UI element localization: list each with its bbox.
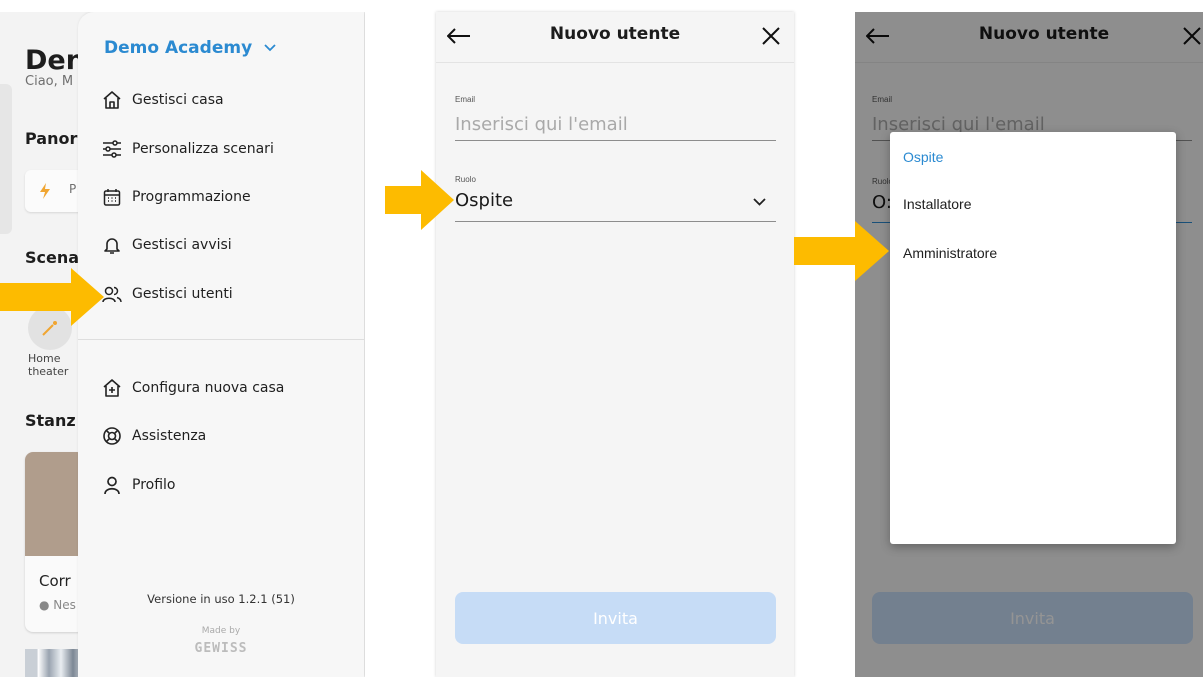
- scene-label: Home theater: [28, 352, 69, 378]
- rail: [0, 84, 12, 234]
- add-home-icon: [103, 379, 121, 397]
- calendar-icon: [103, 189, 121, 206]
- drawer-item-label: Personalizza scenari: [132, 141, 274, 157]
- chevron-down-icon: [753, 198, 766, 206]
- chevron-down-icon: [264, 44, 276, 52]
- drawer-item-label: Gestisci casa: [132, 92, 224, 108]
- lifebuoy-icon: [103, 427, 121, 445]
- drawer-item-label: Gestisci avvisi: [132, 237, 232, 253]
- close-icon: [762, 27, 780, 45]
- drawer-item-personalizza-scenari[interactable]: Personalizza scenari: [102, 137, 274, 161]
- drawer-item-profilo[interactable]: Profilo: [102, 473, 175, 497]
- user-icon: [104, 476, 120, 495]
- drawer-divider: [78, 339, 364, 340]
- drawer-item-label: Programmazione: [132, 189, 251, 205]
- drawer-item-assistenza[interactable]: Assistenza: [102, 424, 206, 448]
- overview-heading: Panor: [25, 129, 78, 148]
- email-label: Email: [455, 95, 476, 104]
- made-by-label: Made by: [201, 626, 241, 636]
- new-user-screen: Nuovo utente Email Inserisci qui l'email…: [436, 12, 794, 677]
- role-option-ospite[interactable]: Ospite: [903, 149, 943, 165]
- email-underline: [455, 140, 776, 141]
- drawer-item-label: Configura nuova casa: [132, 380, 285, 396]
- drawer-item-gestisci-avvisi[interactable]: Gestisci avvisi: [102, 233, 232, 257]
- email-field[interactable]: Inserisci qui l'email: [455, 114, 628, 135]
- sliders-icon: [103, 140, 121, 158]
- page-title: Nuovo utente: [549, 24, 681, 44]
- navigation-drawer: Demo Academy Gestisci casa Personalizza …: [78, 12, 364, 677]
- role-value: Ospite: [455, 190, 514, 211]
- home-icon: [103, 91, 121, 109]
- drawer-item-label: Profilo: [132, 477, 176, 493]
- role-underline: [455, 221, 776, 222]
- drawer-item-programmazione[interactable]: Programmazione: [102, 185, 251, 209]
- room-status: ● Nes: [39, 598, 76, 612]
- role-select[interactable]: Ospite: [455, 190, 776, 220]
- arrow-right-icon: [794, 221, 889, 281]
- room-name: Corr: [39, 572, 71, 590]
- home-title: Den: [25, 45, 85, 76]
- bell-icon: [104, 238, 120, 254]
- room-photo: [25, 452, 85, 556]
- home-greeting: Ciao, M: [25, 74, 74, 89]
- brand-logo: GEWISS: [194, 641, 248, 656]
- bolt-icon: [40, 183, 50, 199]
- home-name: Demo Academy: [104, 38, 253, 58]
- invite-button[interactable]: Invita: [455, 592, 776, 644]
- rooms-heading: Stanz: [25, 411, 76, 430]
- drawer-item-gestisci-utenti[interactable]: Gestisci utenti: [102, 282, 233, 306]
- drawer-item-label: Gestisci utenti: [132, 286, 233, 302]
- app-bar: Nuovo utente: [436, 12, 794, 63]
- drawer-item-label: Assistenza: [132, 428, 207, 444]
- home-selector[interactable]: Demo Academy: [104, 38, 276, 58]
- room-photo-2: [25, 649, 85, 677]
- close-button[interactable]: [756, 22, 786, 50]
- room-card[interactable]: Corr ● Nes: [25, 452, 85, 632]
- home-screen: Den Ciao, M Panor P Scena Home theater S…: [0, 12, 365, 677]
- role-dropdown-screen: Nuovo utente Email Inserisci qui l'email…: [855, 12, 1203, 677]
- role-option-amministratore[interactable]: Amministratore: [903, 245, 997, 261]
- role-label: Ruolo: [455, 175, 476, 184]
- role-options-menu: Ospite Installatore Amministratore: [890, 132, 1176, 544]
- drawer-item-configura-nuova-casa[interactable]: Configura nuova casa: [102, 376, 284, 400]
- arrow-right-icon: [385, 170, 454, 230]
- drawer-item-gestisci-casa[interactable]: Gestisci casa: [102, 88, 224, 112]
- users-icon: [102, 286, 122, 303]
- arrow-right-icon: [0, 268, 104, 326]
- app-version: Versione in uso 1.2.1 (51): [147, 592, 295, 606]
- scenes-heading: Scena: [25, 248, 80, 267]
- role-option-installatore[interactable]: Installatore: [903, 196, 971, 212]
